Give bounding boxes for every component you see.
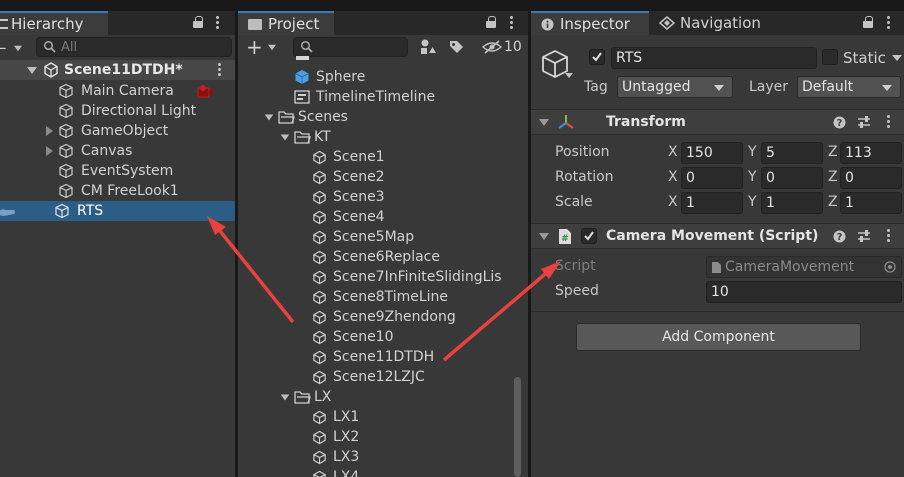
annotation-arrow-to-script bbox=[442, 261, 561, 362]
annotation-overlay bbox=[207, 216, 561, 362]
annotation-arrow-to-rts bbox=[207, 216, 295, 324]
